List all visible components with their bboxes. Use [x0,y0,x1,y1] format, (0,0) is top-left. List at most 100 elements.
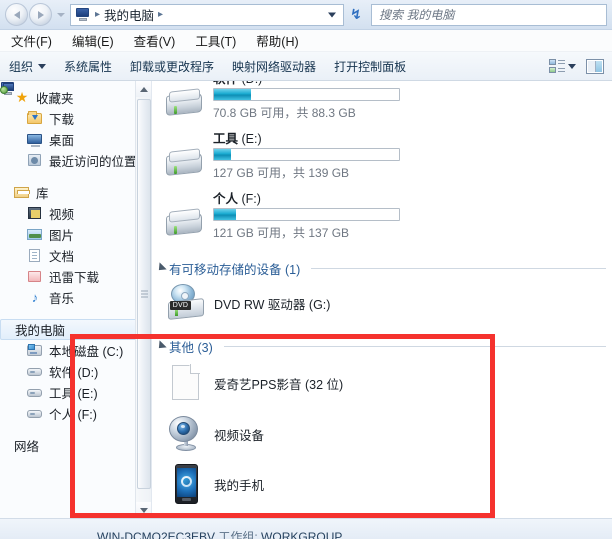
group-header-other[interactable]: 其他 (3) [152,335,612,357]
sidebar-gap-1 [0,171,151,182]
menu-item-view[interactable]: 查看(V) [131,29,179,52]
forward-button[interactable] [29,3,52,26]
sidebar-group-favorites-label: 收藏夹 [36,92,74,106]
view-chevron-down-icon[interactable] [568,63,576,69]
hard-drive-icon [164,148,204,181]
group-header-other-label: 其他 (3) [169,340,213,355]
group-divider [311,267,606,269]
system-properties-button[interactable]: 系统属性 [55,54,121,79]
search-input[interactable]: 搜索 我的电脑 [371,3,607,26]
drive-icon [27,406,43,421]
other-item-phone[interactable]: 我的手机 [152,459,612,509]
webcam-icon [164,413,208,455]
status-workgroup-value: WORKGROUP [261,530,343,539]
sidebar-group-libraries[interactable]: 库 [0,182,151,203]
change-view-icon[interactable] [549,58,566,74]
status-bar: WIN-DCMO2EC3EBV 工作组: WORKGROUP [0,518,612,539]
sidebar-item-drive-e-label: 工具 (E:) [49,387,98,401]
collapse-triangle-icon[interactable] [155,340,167,352]
scroll-up-arrow-icon[interactable] [136,81,151,97]
sidebar-item-drive-f[interactable]: 个人 (F:) [0,403,151,424]
library-icon [14,185,30,200]
other-item-pps[interactable]: 爱奇艺PPS影音 (32 位) [152,357,612,409]
hard-drive-icon [164,208,204,241]
drive-item-f[interactable]: 个人 (F:) 121 GB 可用，共 137 GB [152,191,612,251]
sidebar-item-music-label: 音乐 [49,292,75,306]
breadcrumb-separator-icon: ▸ [95,9,101,20]
sidebar-group-network[interactable]: 网络 [0,83,151,456]
refresh-button[interactable]: ↯ [345,4,367,26]
content-pane: 软件 (D:) 70.8 GB 可用，共 88.3 GB 工具 (E [152,81,612,518]
sidebar-scrollbar[interactable] [135,81,151,518]
group-header-removable-label: 有可移动存储的设备 (1) [169,262,301,277]
sidebar-group-libraries-label: 库 [36,187,49,201]
drive-icon [27,385,43,400]
open-control-panel-button[interactable]: 打开控制面板 [325,54,415,79]
drive-capacity-bar-e [213,148,400,161]
recent-pages-dropdown[interactable] [55,4,66,26]
device-item-dvd-label: DVD RW 驱动器 (G:) [214,297,331,312]
scrollbar-grip-icon [141,290,148,298]
scroll-down-arrow-icon[interactable] [136,502,151,518]
blank-file-icon [164,362,208,404]
sidebar-group-favorites[interactable]: ★ 收藏夹 [0,87,151,108]
pictures-library-icon [27,227,43,242]
mobile-phone-icon [164,463,208,505]
collapse-triangle-icon[interactable] [155,262,167,274]
menu-item-edit[interactable]: 编辑(E) [69,29,117,52]
status-workgroup-label: 工作组: [218,530,258,539]
sidebar-item-drive-d-label: 软件 (D:) [49,366,99,380]
drive-name-d: 软件 (D:) [164,81,612,88]
drive-icon [27,364,43,379]
other-item-webcam[interactable]: 视频设备 [152,409,612,459]
sidebar-item-computer[interactable]: 我的电脑 [0,82,143,340]
uninstall-change-program-button[interactable]: 卸载或更改程序 [121,54,223,79]
sidebar-item-documents-label: 文档 [49,250,75,264]
other-item-webcam-label: 视频设备 [214,428,265,443]
sidebar-item-desktop[interactable]: 桌面 [0,129,151,150]
sidebar-item-videos[interactable]: 视频 [0,203,151,224]
breadcrumb-current[interactable]: 我的电脑 [104,5,154,24]
menu-item-tools[interactable]: 工具(T) [192,29,239,52]
chevron-down-icon[interactable] [328,12,336,17]
preview-pane-icon[interactable] [586,58,604,74]
device-item-dvd[interactable]: DVD DVD RW 驱动器 (G:) [152,279,612,327]
sidebar-item-downloads[interactable]: 下载 [0,108,151,129]
sidebar-item-documents[interactable]: 文档 [0,245,151,266]
navigation-buttons [0,3,66,26]
breadcrumb-separator-icon-2[interactable]: ▸ [154,9,167,20]
menu-item-help[interactable]: 帮助(H) [253,29,301,52]
scrollbar-thumb[interactable] [137,99,151,489]
group-header-removable[interactable]: 有可移动存储的设备 (1) [152,257,612,279]
back-button[interactable] [5,3,28,26]
recent-places-icon [27,153,43,168]
network-icon [0,82,15,95]
sidebar-item-xunlei[interactable]: 迅雷下载 [0,266,151,287]
sidebar-item-local-disk-c[interactable]: 本地磁盘 (C:) [0,340,151,361]
xunlei-download-icon [27,269,43,284]
sidebar-group-network-label: 网络 [14,440,40,454]
sidebar-item-downloads-label: 下载 [49,113,75,127]
sidebar-item-drive-e[interactable]: 工具 (E:) [0,382,151,403]
drive-capacity-bar-f [213,208,400,221]
search-placeholder: 搜索 我的电脑 [379,8,455,22]
status-bar-text: WIN-DCMO2EC3EBV 工作组: WORKGROUP [97,528,342,539]
drive-item-d[interactable]: 软件 (D:) 70.8 GB 可用，共 88.3 GB [152,81,612,131]
toolbar: 组织 系统属性 卸载或更改程序 映射网络驱动器 打开控制面板 [0,52,612,81]
breadcrumb[interactable]: ▸ 我的电脑 ▸ [70,3,344,26]
sidebar-item-music[interactable]: ♪ 音乐 [0,287,151,308]
hard-drive-icon [164,88,204,121]
drive-item-e[interactable]: 工具 (E:) 127 GB 可用，共 139 GB [152,131,612,191]
organize-label: 组织 [9,59,34,74]
organize-button[interactable]: 组织 [0,54,55,79]
map-network-drive-button[interactable]: 映射网络驱动器 [223,54,325,79]
other-item-pps-label: 爱奇艺PPS影音 (32 位) [214,377,344,392]
sidebar-item-recent-places[interactable]: 最近访问的位置 [0,150,151,171]
sidebar-item-videos-label: 视频 [49,208,75,222]
sidebar-item-pictures[interactable]: 图片 [0,224,151,245]
sidebar-item-desktop-label: 桌面 [49,134,75,148]
other-item-phone-label: 我的手机 [214,478,265,493]
sidebar-item-drive-d[interactable]: 软件 (D:) [0,361,151,382]
music-library-icon: ♪ [31,290,39,305]
menu-item-file[interactable]: 文件(F) [8,29,55,52]
